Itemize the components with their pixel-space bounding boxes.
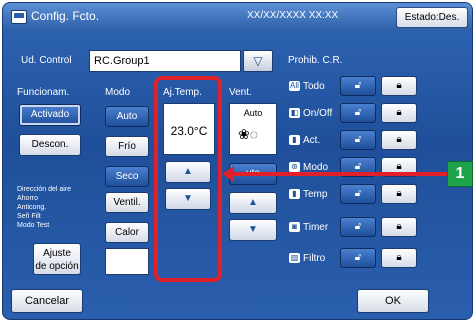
lock-act-button[interactable]: 🔒︎ bbox=[381, 130, 417, 150]
lock-open-icon: 🔓︎ bbox=[354, 107, 362, 118]
modo-seco-button[interactable]: Seco bbox=[105, 166, 149, 187]
modo-blank-field bbox=[105, 248, 149, 275]
prohib-modo-icon: ⊛ bbox=[289, 162, 300, 172]
ajuste-de-opcion-button[interactable]: Ajuste de opción bbox=[33, 243, 81, 275]
modo-label: Modo bbox=[105, 87, 131, 98]
callout-line bbox=[228, 172, 448, 176]
arrow-down-icon: ▼ bbox=[248, 224, 258, 235]
prohib-label: Prohib. C.R. bbox=[288, 55, 343, 66]
unlock-act-button[interactable]: 🔓︎ bbox=[340, 130, 376, 150]
modo-ventil-button[interactable]: Ventil. bbox=[105, 192, 149, 213]
prohib-label-todo: Todo bbox=[303, 81, 325, 92]
lock-closed-icon: 🔒︎ bbox=[396, 188, 402, 199]
modo-frio-button[interactable]: Frío bbox=[105, 136, 149, 157]
ok-button[interactable]: OK bbox=[357, 289, 429, 313]
descon-button[interactable]: Descon. bbox=[19, 134, 81, 156]
prohib-label-act: Act. bbox=[303, 135, 321, 146]
prohib-all-icon: All bbox=[289, 81, 300, 91]
vent-label: Vent. bbox=[229, 87, 252, 98]
lock-closed-icon: 🔒︎ bbox=[396, 134, 402, 145]
callout-arrow-icon bbox=[222, 166, 234, 182]
direction-text-block: Dirección del aire Ahorro Anticong. Señ … bbox=[17, 185, 71, 230]
modo-calor-button[interactable]: Calor bbox=[105, 222, 149, 243]
lock-closed-icon: 🔒︎ bbox=[396, 221, 402, 232]
direction-line: Anticong. bbox=[17, 204, 47, 211]
datetime: XX/XX/XXXX XX:XX bbox=[247, 10, 339, 21]
prohib-label-timer: Timer bbox=[303, 222, 329, 233]
cancel-button[interactable]: Cancelar bbox=[11, 289, 83, 313]
window-title: Config. Fcto. bbox=[31, 9, 100, 23]
arrow-up-icon: ▲ bbox=[248, 197, 258, 208]
callout-badge: 1 bbox=[447, 161, 473, 187]
highlight-outline bbox=[154, 76, 222, 282]
direction-line: Dirección del aire bbox=[17, 186, 72, 193]
unlock-onoff-button[interactable]: 🔓︎ bbox=[340, 103, 376, 123]
modo-auto-button[interactable]: Auto bbox=[105, 106, 149, 127]
unlock-todo-button[interactable]: 🔓︎ bbox=[340, 76, 376, 96]
prohib-label-onoff: On/Off bbox=[303, 108, 333, 119]
lock-closed-icon: 🔒︎ bbox=[396, 161, 402, 172]
lock-open-icon: 🔓︎ bbox=[354, 221, 362, 232]
ud-control-label: Ud. Control bbox=[21, 55, 72, 66]
lock-open-icon: 🔓︎ bbox=[354, 80, 362, 91]
lock-open-icon: 🔓︎ bbox=[354, 134, 362, 145]
funcionam-label: Funcionam. bbox=[17, 87, 70, 98]
direction-line: Modo Test bbox=[17, 222, 50, 229]
ajuste-line-2: de opción bbox=[35, 261, 79, 272]
lock-timer-button[interactable]: 🔒︎ bbox=[381, 217, 417, 237]
fan-display: Auto ❀◌ bbox=[229, 103, 277, 155]
unlock-filtro-button[interactable]: 🔓︎ bbox=[340, 248, 376, 268]
lock-onoff-button[interactable]: 🔒︎ bbox=[381, 103, 417, 123]
lock-closed-icon: 🔒︎ bbox=[396, 252, 402, 263]
fan-speed-text: Auto bbox=[243, 108, 263, 118]
prohib-onoff-icon: ◧ bbox=[289, 108, 300, 118]
prohib-filtro-icon: ▨ bbox=[289, 253, 300, 263]
lock-filtro-button[interactable]: 🔒︎ bbox=[381, 248, 417, 268]
group-select-field[interactable]: RC.Group1 bbox=[89, 50, 241, 72]
ajuste-line-1: Ajuste bbox=[43, 248, 71, 259]
prohib-temp-icon: ▮ bbox=[289, 189, 300, 199]
lock-open-icon: 🔓︎ bbox=[354, 188, 362, 199]
chevron-down-icon: ▽ bbox=[253, 54, 263, 68]
window-icon bbox=[11, 10, 27, 24]
direction-line: Ahorro bbox=[17, 195, 39, 202]
lock-closed-icon: 🔒︎ bbox=[396, 107, 402, 118]
unlock-timer-button[interactable]: 🔓︎ bbox=[340, 217, 376, 237]
prohib-label-temp: Temp bbox=[303, 189, 328, 200]
prohib-timer-icon: ◙ bbox=[289, 222, 300, 232]
lock-temp-button[interactable]: 🔒︎ bbox=[381, 184, 417, 204]
activado-button[interactable]: Activado bbox=[19, 104, 81, 126]
direction-line: Señ Filt bbox=[17, 213, 41, 220]
lock-open-icon: 🔓︎ bbox=[354, 161, 362, 172]
status-button[interactable]: Estado:Des. bbox=[396, 7, 468, 28]
fan-icon: ❀◌ bbox=[238, 126, 259, 142]
fan-down-button[interactable]: ▼ bbox=[229, 219, 277, 241]
group-dropdown-button[interactable]: ▽ bbox=[243, 50, 273, 72]
title-bar: Config. Fcto. XX/XX/XXXX XX:XX Estado:De… bbox=[3, 3, 472, 31]
lock-closed-icon: 🔒︎ bbox=[396, 80, 402, 91]
fan-up-button[interactable]: ▲ bbox=[229, 192, 277, 214]
app-window: Config. Fcto. XX/XX/XXXX XX:XX Estado:De… bbox=[2, 2, 473, 320]
unlock-temp-button[interactable]: 🔓︎ bbox=[340, 184, 376, 204]
lock-todo-button[interactable]: 🔒︎ bbox=[381, 76, 417, 96]
prohib-act-icon: ▮ bbox=[289, 135, 300, 145]
lock-open-icon: 🔓︎ bbox=[354, 252, 362, 263]
prohib-label-filtro: Filtro bbox=[303, 253, 326, 264]
